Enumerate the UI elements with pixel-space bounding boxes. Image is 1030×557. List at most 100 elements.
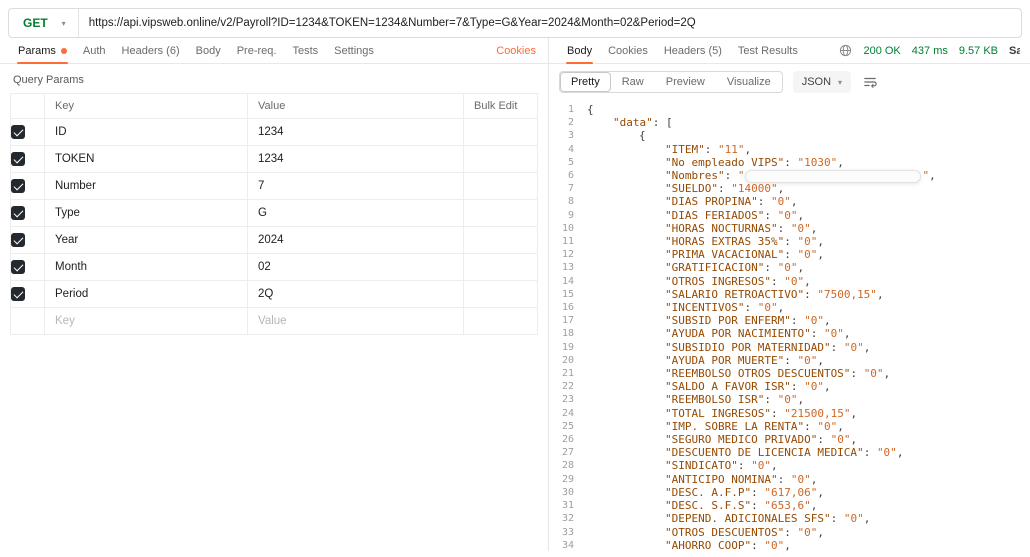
tab-params[interactable]: Params xyxy=(10,38,75,63)
tab-label: Tests xyxy=(292,45,318,57)
param-checkbox[interactable] xyxy=(11,179,25,193)
view-tab-raw[interactable]: Raw xyxy=(611,72,655,92)
code-line: 26"SEGURO MEDICO PRIVADO": "0", xyxy=(553,433,1030,446)
json-comma: , xyxy=(844,327,851,340)
line-number: 34 xyxy=(553,539,587,551)
param-value-placeholder[interactable]: Value xyxy=(248,308,464,335)
code-line: 33"OTROS DESCUENTOS": "0", xyxy=(553,526,1030,539)
param-key-cell[interactable]: Number xyxy=(45,173,248,200)
param-checkbox-cell xyxy=(11,254,45,281)
param-key-cell[interactable]: TOKEN xyxy=(45,146,248,173)
view-tab-visualize[interactable]: Visualize xyxy=(716,72,782,92)
status-badge: 200 OK xyxy=(863,45,900,57)
chevron-down-icon: ▾ xyxy=(62,19,66,28)
tab-test-results[interactable]: Test Results xyxy=(730,38,806,63)
json-colon: : xyxy=(705,143,718,156)
json-colon: : xyxy=(791,380,804,393)
tab-tests[interactable]: Tests xyxy=(284,38,326,63)
line-number: 33 xyxy=(553,526,587,539)
line-number: 31 xyxy=(553,499,587,512)
json-string: "7500,15" xyxy=(817,288,877,301)
json-string: "0" xyxy=(797,526,817,539)
param-value-cell[interactable]: 1234 xyxy=(248,119,464,146)
format-label: JSON xyxy=(802,76,831,88)
code-line: 4"ITEM": "11", xyxy=(553,143,1030,156)
line-number: 32 xyxy=(553,512,587,525)
tab-headers-5[interactable]: Headers (5) xyxy=(656,38,730,63)
param-value-cell[interactable]: 2Q xyxy=(248,281,464,308)
tab-pre-req[interactable]: Pre-req. xyxy=(229,38,285,63)
json-string: "0" xyxy=(778,261,798,274)
json-string: "0" xyxy=(771,195,791,208)
query-params-header-row: Key Value Bulk Edit xyxy=(11,94,538,119)
line-content: "REEMBOLSO ISR": "0", xyxy=(587,393,804,406)
line-number: 19 xyxy=(553,341,587,354)
param-key-cell[interactable]: Month xyxy=(45,254,248,281)
param-key-cell[interactable]: Type xyxy=(45,200,248,227)
wrap-lines-icon[interactable] xyxy=(861,73,879,91)
json-comma: , xyxy=(817,235,824,248)
json-comma: , xyxy=(850,407,857,420)
json-string: "14000" xyxy=(731,182,777,195)
json-key: "GRATIFICACION" xyxy=(665,261,764,274)
tab-settings[interactable]: Settings xyxy=(326,38,382,63)
tab-label: Body xyxy=(567,45,592,57)
bulk-edit-link[interactable]: Bulk Edit xyxy=(464,94,538,119)
line-content: "DESC. A.F.P": "617,06", xyxy=(587,486,824,499)
param-value-cell[interactable]: 7 xyxy=(248,173,464,200)
code-line: 17"SUBSID POR ENFERM": "0", xyxy=(553,314,1030,327)
json-colon: : xyxy=(751,499,764,512)
param-checkbox[interactable] xyxy=(11,125,25,139)
json-key: "IMP. SOBRE LA RENTA" xyxy=(665,420,804,433)
json-comma: , xyxy=(897,446,904,459)
code-line: 11"HORAS EXTRAS 35%": "0", xyxy=(553,235,1030,248)
line-content: "ITEM": "11", xyxy=(587,143,751,156)
format-dropdown[interactable]: JSON ▾ xyxy=(793,71,851,93)
method-select[interactable]: GET ▾ xyxy=(9,9,79,37)
json-colon: : xyxy=(744,301,757,314)
view-tab-pretty[interactable]: Pretty xyxy=(560,72,611,92)
save-response-button[interactable]: Save Response xyxy=(1009,45,1020,57)
json-key: "SALARIO RETROACTIVO" xyxy=(665,288,804,301)
line-content: "GRATIFICACION": "0", xyxy=(587,261,804,274)
json-colon: : xyxy=(850,367,863,380)
param-value-cell[interactable]: 02 xyxy=(248,254,464,281)
param-checkbox[interactable] xyxy=(11,260,25,274)
line-content: "SALARIO RETROACTIVO": "7500,15", xyxy=(587,288,884,301)
value-column-header: Value xyxy=(248,94,464,119)
tab-auth[interactable]: Auth xyxy=(75,38,114,63)
param-checkbox[interactable] xyxy=(11,233,25,247)
param-key-cell[interactable]: Year xyxy=(45,227,248,254)
param-checkbox[interactable] xyxy=(11,206,25,220)
param-value-cell[interactable]: 2024 xyxy=(248,227,464,254)
line-content: { xyxy=(587,129,646,142)
json-punct: { xyxy=(639,129,646,142)
code-line: 3{ xyxy=(553,129,1030,142)
tab-body[interactable]: Body xyxy=(188,38,229,63)
json-string: "0" xyxy=(764,539,784,551)
param-key-cell[interactable]: Period xyxy=(45,281,248,308)
code-lines: 1{2"data": [3{4"ITEM": "11",5"No emplead… xyxy=(553,103,1030,551)
line-number: 20 xyxy=(553,354,587,367)
cookies-link[interactable]: Cookies xyxy=(496,45,538,57)
url-input[interactable] xyxy=(79,9,1021,37)
param-key-cell[interactable]: ID xyxy=(45,119,248,146)
line-number: 15 xyxy=(553,288,587,301)
json-colon: : xyxy=(804,420,817,433)
param-checkbox[interactable] xyxy=(11,152,25,166)
param-checkbox[interactable] xyxy=(11,287,25,301)
view-tab-preview[interactable]: Preview xyxy=(655,72,716,92)
code-line: 18"AYUDA POR NACIMIENTO": "0", xyxy=(553,327,1030,340)
line-content: "HORAS EXTRAS 35%": "0", xyxy=(587,235,824,248)
json-quote: " xyxy=(738,169,745,182)
line-content: "PRIMA VACACIONAL": "0", xyxy=(587,248,824,261)
param-value-cell[interactable]: G xyxy=(248,200,464,227)
tab-body[interactable]: Body xyxy=(559,38,600,63)
line-number: 4 xyxy=(553,143,587,156)
tab-cookies[interactable]: Cookies xyxy=(600,38,656,63)
tab-label: Pre-req. xyxy=(237,45,277,57)
code-line: 5"No empleado VIPS": "1030", xyxy=(553,156,1030,169)
param-value-cell[interactable]: 1234 xyxy=(248,146,464,173)
tab-headers-6[interactable]: Headers (6) xyxy=(114,38,188,63)
param-key-placeholder[interactable]: Key xyxy=(45,308,248,335)
